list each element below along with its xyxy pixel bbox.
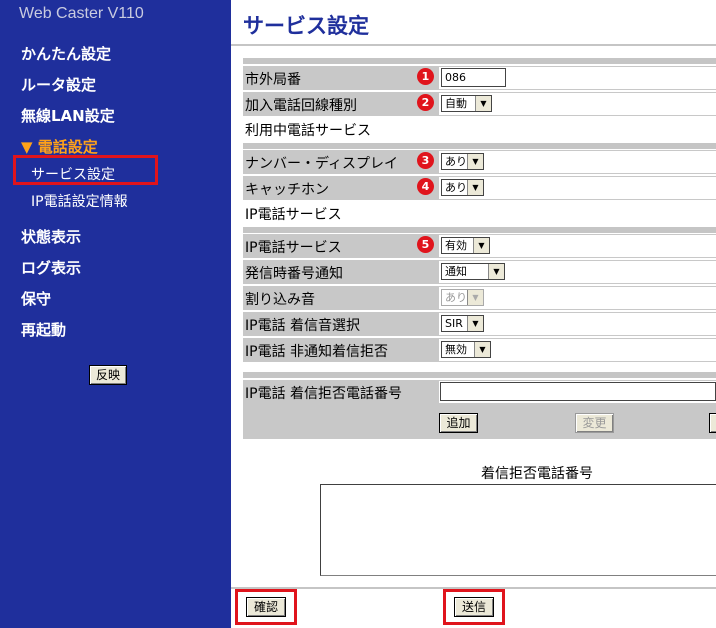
area-code-input[interactable]: 086 [441, 68, 506, 87]
chevron-down-icon: ▼ [467, 316, 483, 331]
control-cell: あり ▼ [439, 151, 716, 173]
line-type-select[interactable]: 自動 ▼ [441, 95, 492, 112]
chevron-down-icon: ▼ [474, 342, 490, 357]
add-button[interactable]: 追加 [439, 413, 478, 433]
control-cell: SIR ▼ [439, 313, 716, 335]
interrupt-tone-select: あり ▼ [441, 289, 484, 306]
nav-wireless-lan-setup[interactable]: 無線LAN設定 [21, 105, 115, 126]
ip-service-select[interactable]: 有効 ▼ [441, 237, 490, 254]
interrupt-tone-label: 割り込み音 [245, 292, 315, 308]
section-divider [243, 372, 716, 378]
chevron-down-icon: ▼ [473, 238, 489, 253]
badge-2: 2 [417, 94, 434, 111]
control-cell: 無効 ▼ [439, 339, 716, 361]
row-reject-number: IP電話 着信拒否電話番号 [243, 380, 716, 404]
reject-number-label: IP電話 着信拒否電話番号 [245, 386, 403, 402]
control-cell: あり ▼ [439, 177, 716, 199]
ringtone-label: IP電話 着信音選択 [245, 318, 361, 334]
page-title: サービス設定 [243, 14, 369, 38]
nav-ip-phone-info[interactable]: IP電話設定情報 [31, 191, 128, 211]
delete-button[interactable] [709, 413, 716, 433]
nav-router-setup[interactable]: ルータ設定 [21, 74, 96, 95]
row-area-code: 市外局番 1 086 [243, 66, 716, 90]
control-cell: 086 [439, 67, 716, 89]
row-interrupt-tone: 割り込み音 あり ▼ [243, 286, 716, 310]
nav-maintenance[interactable]: 保守 [21, 288, 51, 309]
nav-easy-setup[interactable]: かんたん設定 [21, 43, 111, 64]
row-line-type: 加入電話回線種別 2 自動 ▼ [243, 92, 716, 116]
reject-number-input[interactable] [440, 382, 716, 401]
badge-5: 5 [417, 236, 434, 253]
title-divider [231, 44, 716, 46]
row-caller-id: 発信時番号通知 通知 ▼ [243, 260, 716, 284]
highlight-box [235, 589, 297, 625]
nav-status[interactable]: 状態表示 [21, 226, 81, 247]
catch-phone-select[interactable]: あり ▼ [441, 179, 484, 196]
badge-3: 3 [417, 152, 434, 169]
section-divider [243, 143, 716, 149]
nav-log[interactable]: ログ表示 [21, 257, 81, 278]
row-ip-service: IP電話サービス 5 有効 ▼ [243, 234, 716, 258]
brand-logo: Web Caster V110 [19, 5, 144, 22]
section-heading-current-service: 利用中電話サービス [245, 123, 371, 139]
highlight-box [443, 589, 505, 625]
nav-reboot[interactable]: 再起動 [21, 319, 66, 340]
number-display-label: ナンバー・ディスプレイ [245, 156, 399, 172]
nav-phone-setup[interactable]: ▼ 電話設定 [21, 136, 98, 157]
line-type-label: 加入電話回線種別 [245, 98, 357, 114]
ip-service-label: IP電話サービス [245, 240, 342, 256]
row-ringtone: IP電話 着信音選択 SIR ▼ [243, 312, 716, 336]
chevron-down-icon: ▼ [488, 264, 504, 279]
reject-list-heading: 着信拒否電話番号 [481, 466, 593, 482]
chevron-down-icon: ▼ [475, 96, 491, 111]
catch-phone-label: キャッチホン [245, 182, 329, 198]
row-catch-phone: キャッチホン 4 あり ▼ [243, 176, 716, 200]
section-divider [243, 227, 716, 233]
reject-anonymous-label: IP電話 非通知着信拒否 [245, 344, 389, 360]
badge-4: 4 [417, 178, 434, 195]
change-button: 変更 [575, 413, 614, 433]
apply-button[interactable]: 反映 [89, 365, 127, 385]
control-cell: 通知 ▼ [439, 261, 716, 283]
reject-actions-bar: 追加 変更 [243, 404, 716, 439]
control-cell [439, 381, 716, 403]
badge-1: 1 [417, 68, 434, 85]
row-number-display: ナンバー・ディスプレイ 3 あり ▼ [243, 150, 716, 174]
highlight-box [13, 155, 158, 185]
caller-id-select[interactable]: 通知 ▼ [441, 263, 505, 280]
section-divider [243, 58, 716, 64]
area-code-label: 市外局番 [245, 72, 301, 88]
chevron-down-icon: ▼ [467, 290, 483, 305]
reject-number-list[interactable] [320, 484, 716, 576]
reject-anonymous-select[interactable]: 無効 ▼ [441, 341, 491, 358]
chevron-down-icon: ▼ [467, 154, 483, 169]
section-heading-ip-service: IP電話サービス [245, 207, 342, 223]
control-cell: あり ▼ [439, 287, 716, 309]
sidebar: Web Caster V110 かんたん設定 ルータ設定 無線LAN設定 ▼ 電… [0, 0, 231, 628]
ringtone-select[interactable]: SIR ▼ [441, 315, 484, 332]
row-reject-anonymous: IP電話 非通知着信拒否 無効 ▼ [243, 338, 716, 362]
caller-id-label: 発信時番号通知 [245, 266, 343, 282]
control-cell: 自動 ▼ [439, 93, 716, 115]
control-cell: 有効 ▼ [439, 235, 716, 257]
chevron-down-icon: ▼ [467, 180, 483, 195]
number-display-select[interactable]: あり ▼ [441, 153, 484, 170]
